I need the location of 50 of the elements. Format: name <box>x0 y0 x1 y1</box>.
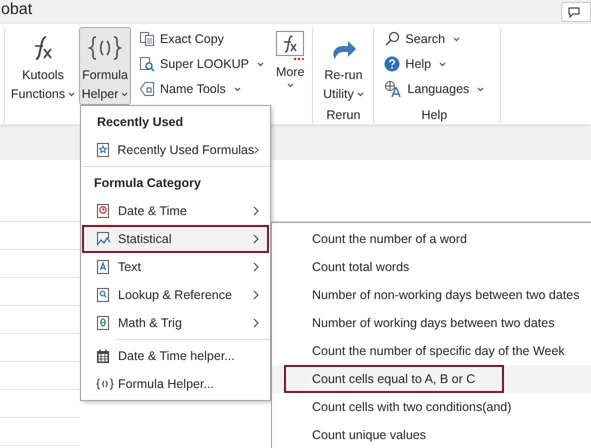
comment-icon <box>568 6 580 18</box>
menu-item[interactable]: Date & Time <box>82 197 269 225</box>
menu-item[interactable]: Math & Trig <box>82 309 269 337</box>
menu-item[interactable]: Count cells equal to A, B or C <box>284 365 504 393</box>
tag-icon <box>139 81 155 97</box>
menu-heading: Recently Used <box>96 114 184 131</box>
group-label: Rerun <box>326 107 360 124</box>
braces-icon <box>96 378 114 390</box>
help-icon <box>384 56 400 72</box>
comment-button[interactable] <box>561 2 591 22</box>
menu-item[interactable]: Count cells with two conditions(and) <box>284 393 522 421</box>
menu-item[interactable]: Lookup & Reference <box>82 281 269 309</box>
ribbon-button[interactable]: Languages <box>382 78 486 100</box>
copy-icon <box>139 31 155 47</box>
ribbon-button[interactable]: Super LOOKUP <box>137 53 266 75</box>
search-icon <box>384 31 400 47</box>
function-icon <box>276 31 304 61</box>
globe-letter-icon <box>384 80 402 98</box>
menu-item[interactable]: Statistical <box>82 225 269 253</box>
ribbon-button[interactable]: Exact Copy <box>137 28 266 50</box>
function-icon <box>33 36 53 60</box>
clock-page-icon <box>96 203 110 219</box>
menu-item[interactable]: Count unique values <box>284 421 436 448</box>
menu-item[interactable]: Date & Time helper... <box>82 342 269 370</box>
lookup-icon <box>139 56 155 72</box>
star-page-icon <box>96 142 110 158</box>
ribbon-button[interactable]: Help <box>382 53 486 75</box>
magnifier-page-icon <box>96 287 110 303</box>
window-title: obat <box>0 0 32 20</box>
menu-item[interactable]: Formula Helper... <box>82 370 269 398</box>
ribbon-button[interactable]: Formula Helper <box>79 27 131 105</box>
group-label: Help <box>422 107 448 124</box>
ribbon-button[interactable]: Re-run Utility <box>317 27 370 105</box>
menu-item[interactable]: Number of working days between two dates <box>284 309 564 337</box>
ribbon-button[interactable]: Name Tools <box>137 78 266 100</box>
more-button[interactable]: More <box>276 27 304 88</box>
menu-heading: Formula Category <box>93 174 202 192</box>
letter-page-icon <box>96 259 110 275</box>
chart-page-icon <box>96 231 112 247</box>
menu-item[interactable]: Count the number of a word <box>284 225 477 253</box>
menu-item[interactable]: Count the number of specific day of the Week <box>284 337 575 365</box>
braces-icon <box>87 33 123 63</box>
menu-item[interactable]: Text <box>82 253 269 281</box>
ribbon-button[interactable]: Search <box>382 28 486 50</box>
menu-item[interactable]: Count total words <box>284 253 420 281</box>
theta-page-icon <box>96 315 110 331</box>
calendar-icon <box>96 348 110 364</box>
menu-item[interactable]: Number of non-working days between two dates <box>284 281 590 309</box>
menu-item[interactable]: Recently Used Formulas <box>82 136 269 164</box>
ribbon-button[interactable]: Kutools Functions <box>11 27 75 105</box>
